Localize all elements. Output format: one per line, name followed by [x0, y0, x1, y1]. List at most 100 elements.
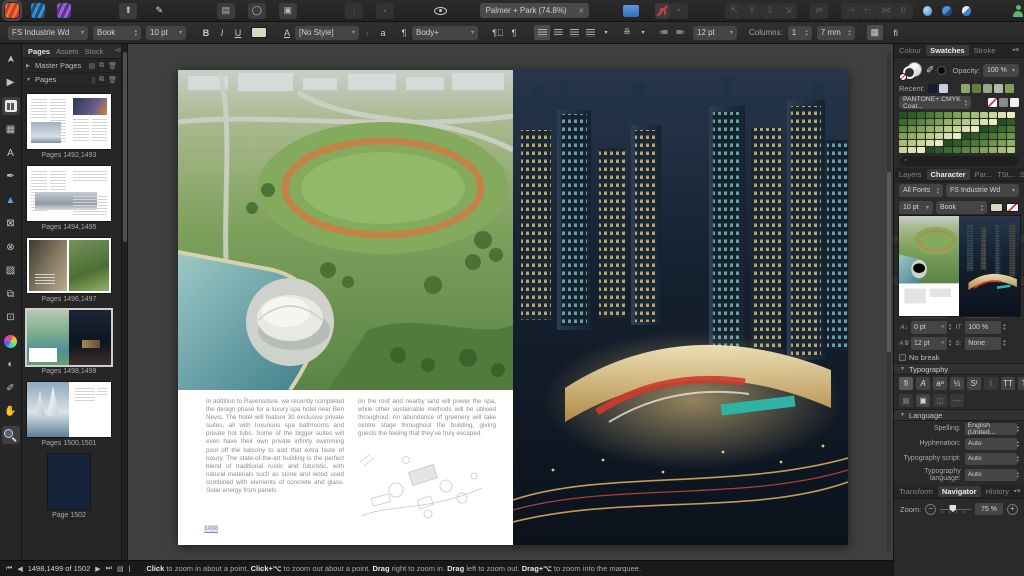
shape-tool[interactable]: ▲	[2, 191, 20, 209]
preview-eye-icon[interactable]	[431, 3, 450, 19]
numbered-list-button[interactable]: ≕	[672, 25, 688, 40]
align-left-text-button[interactable]	[534, 25, 550, 40]
colour-swatch[interactable]	[1005, 84, 1014, 93]
colour-swatch[interactable]	[950, 84, 959, 93]
align-left-icon[interactable]: ⊣	[841, 3, 859, 19]
text-wrap-icon[interactable]: ≓	[810, 3, 828, 19]
char-font-family-select[interactable]: FS Industrie Wd	[946, 184, 1019, 197]
colour-swatch[interactable]	[928, 84, 937, 93]
font-variant-stepper[interactable]: Book	[93, 26, 141, 40]
colour-swatch[interactable]	[908, 126, 916, 132]
colour-swatch[interactable]	[899, 147, 907, 153]
expand-arrow-icon[interactable]: ▼	[26, 77, 32, 83]
colour-swatch[interactable]	[983, 84, 992, 93]
zoom-out-icon[interactable]: −	[925, 504, 936, 515]
colour-swatch[interactable]	[962, 147, 970, 153]
grey-swatch[interactable]	[999, 98, 1008, 107]
colour-swatch[interactable]	[917, 147, 925, 153]
tab-pages[interactable]: Pages	[28, 47, 50, 56]
hyperlink-button[interactable]	[623, 5, 639, 17]
colour-swatch[interactable]	[1007, 112, 1015, 118]
colour-swatch[interactable]	[899, 140, 907, 146]
colour-swatch[interactable]	[935, 112, 943, 118]
first-page-icon[interactable]: ⏮	[6, 565, 12, 573]
colour-swatch[interactable]	[1007, 119, 1015, 125]
place-image-tool[interactable]: ⧉	[2, 285, 20, 303]
pages-row[interactable]: ▼ Pages ▯⧉🗑	[22, 73, 121, 87]
rectangle-frame-tool[interactable]: ⊠	[2, 215, 20, 233]
colour-swatch[interactable]	[926, 126, 934, 132]
colour-swatch[interactable]	[917, 133, 925, 139]
colour-swatch[interactable]	[971, 140, 979, 146]
italic-button[interactable]: I	[214, 25, 230, 40]
alternates-grid-icon[interactable]: ▦	[899, 394, 913, 407]
colour-swatch[interactable]	[1007, 126, 1015, 132]
leading-select[interactable]: 12 pt	[693, 26, 737, 40]
ordinals-icon[interactable]: ◫	[933, 394, 947, 407]
order-up-icon[interactable]: ⇧	[743, 3, 761, 19]
order-down-icon[interactable]: ⇩	[761, 3, 779, 19]
colour-swatch[interactable]	[953, 126, 961, 132]
stepper-icon[interactable]: ▴ ▾	[949, 323, 951, 331]
hyphenation-select[interactable]: Auto	[965, 438, 1017, 450]
tab-transform[interactable]: Transform	[899, 487, 933, 496]
colour-swatch[interactable]	[926, 147, 934, 153]
delete-page-icon[interactable]: 🗑	[108, 76, 117, 84]
colour-swatch[interactable]	[1007, 133, 1015, 139]
colour-swatch[interactable]	[944, 133, 952, 139]
page-left-1498[interactable]: In addition to Ravensdore, we recently c…	[178, 70, 513, 545]
artistic-text-tool[interactable]: A	[2, 144, 20, 162]
fill-stroke-selector[interactable]	[899, 60, 923, 80]
no-break-checkbox[interactable]	[899, 354, 906, 361]
colour-swatch[interactable]	[998, 126, 1006, 132]
colour-swatch[interactable]	[917, 126, 925, 132]
colour-swatch[interactable]	[935, 133, 943, 139]
ellipse-icon[interactable]: ◯	[248, 3, 266, 19]
colour-swatch[interactable]	[998, 133, 1006, 139]
master-pages-row[interactable]: ▶ Master Pages ▤⧉🗑	[22, 59, 121, 73]
zoom-slider[interactable]	[940, 505, 971, 513]
colour-swatch[interactable]	[989, 133, 997, 139]
frame-icon[interactable]: ▣	[279, 3, 297, 19]
align-center-icon[interactable]: ⊢	[859, 3, 877, 19]
collapse-arrow-icon[interactable]: ▶	[26, 63, 32, 69]
colour-swatch[interactable]	[980, 133, 988, 139]
page-thumbnail[interactable]: Pages 1494,1495	[27, 166, 111, 231]
colour-swatch[interactable]	[972, 84, 981, 93]
stepper-icon[interactable]: ▴ ▾	[1003, 339, 1005, 347]
colour-swatch[interactable]	[989, 147, 997, 153]
tab-text-styles[interactable]: TSt...	[997, 170, 1015, 179]
colour-swatch[interactable]	[939, 84, 948, 93]
photo-persona-icon[interactable]	[57, 3, 71, 18]
frame-text-tool[interactable]	[2, 97, 20, 115]
panel-menu-icon[interactable]: ▪≡	[1012, 47, 1019, 54]
last-page-icon[interactable]: ⏭	[106, 565, 112, 573]
bold-button[interactable]: B	[198, 25, 214, 40]
tab-styles[interactable]: Styles	[1020, 170, 1024, 179]
colour-swatch[interactable]	[926, 140, 934, 146]
colour-swatch[interactable]	[962, 119, 970, 125]
colour-swatch[interactable]	[908, 119, 916, 125]
underline-button[interactable]: U	[230, 25, 246, 40]
dot-icon[interactable]: •	[376, 3, 394, 19]
font-size-select[interactable]: 10 pt	[146, 26, 186, 40]
page-thumbnail-selected[interactable]: Pages 1498,1499	[27, 310, 111, 375]
colour-swatch[interactable]	[944, 119, 952, 125]
colour-swatch[interactable]	[971, 112, 979, 118]
view-hand-tool[interactable]: ✋	[2, 403, 20, 421]
stepper-icon[interactable]: ▴ ▾	[1003, 323, 1005, 331]
colour-swatch[interactable]	[944, 147, 952, 153]
align-right-text-button[interactable]	[566, 25, 582, 40]
colour-swatch[interactable]	[989, 140, 997, 146]
add-page-icon[interactable]: ▯	[91, 76, 95, 84]
colour-swatch[interactable]	[926, 112, 934, 118]
colour-swatch[interactable]	[962, 126, 970, 132]
typography-script-select[interactable]: Auto	[965, 453, 1017, 465]
colour-swatch[interactable]	[962, 133, 970, 139]
colour-swatch[interactable]	[962, 112, 970, 118]
colour-swatch[interactable]	[971, 126, 979, 132]
colour-swatch[interactable]	[908, 133, 916, 139]
baseline-field[interactable]: 0 pt▾	[911, 321, 947, 334]
justify-text-button[interactable]	[582, 25, 598, 40]
palette-select[interactable]: PANTONE+ CMYK Coat...	[899, 96, 971, 109]
